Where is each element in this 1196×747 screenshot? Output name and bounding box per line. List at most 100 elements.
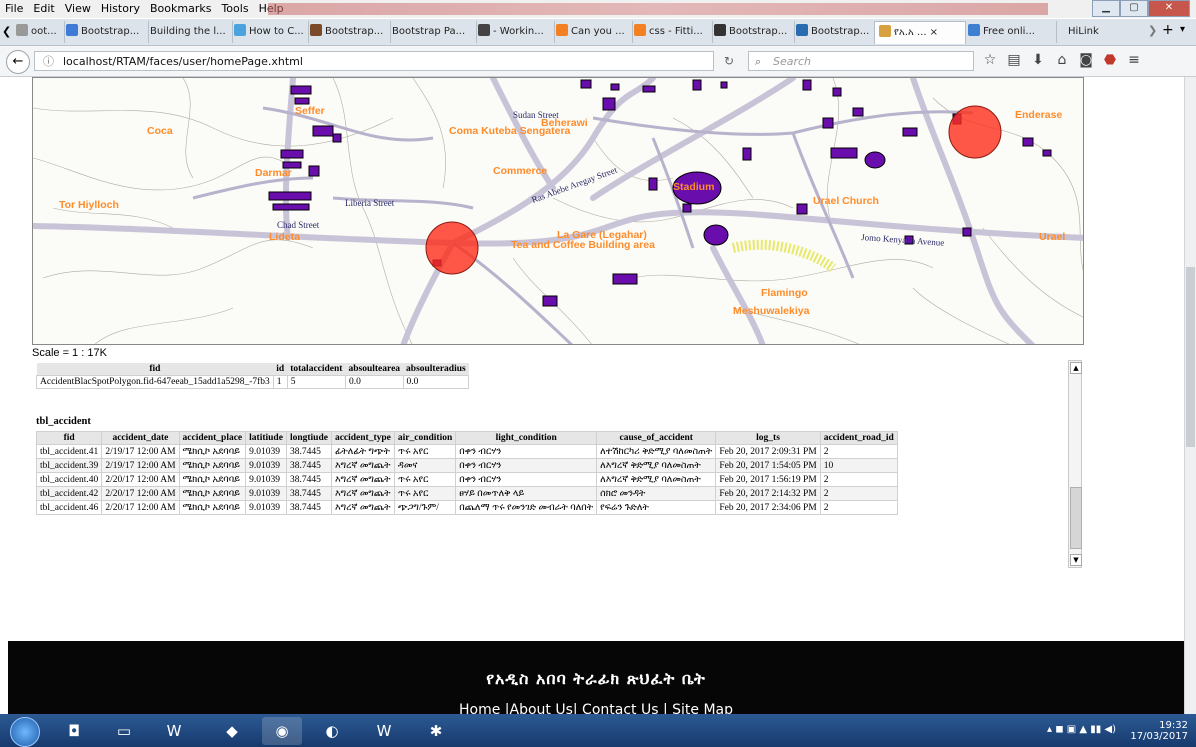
tab[interactable]: css - Fitti... [630,21,713,43]
maximize-icon[interactable]: ▢ [1120,0,1148,17]
eclipse-icon[interactable]: ◐ [312,717,352,745]
tab[interactable]: Bootstrap... [710,21,795,43]
blackspot-circle[interactable] [425,221,479,275]
table-row[interactable]: tbl_accident.41 2/19/17 12:00 AM ሜክሲኮ አደባባ… [35,444,898,459]
minimize-icon[interactable]: ▁ [1092,0,1120,17]
tab[interactable]: Bootstrap... [306,21,391,43]
map-label: Coca [147,125,173,137]
download-icon[interactable]: ⬇ [1030,52,1046,68]
tab[interactable]: Bootstrap Pa... [388,21,477,43]
bookmark-star-icon[interactable]: ☆ [982,52,998,68]
menu-bookmarks[interactable]: Bookmarks [145,0,216,15]
footer-links[interactable]: Home |About Us| Contact Us | Site Map [8,702,1184,714]
outlook-icon[interactable]: ◘ [54,717,94,745]
page-scrollbar[interactable] [1184,77,1196,714]
map-label: Flamingo [761,287,808,299]
table-row[interactable]: tbl_accident.39 2/19/17 12:00 AM ሜክሲኮ አደባባ… [35,458,898,473]
column-header: absoulteradius [403,363,469,376]
column-header: totalaccident [287,363,346,376]
adblock-icon[interactable]: ⬣ [1102,52,1118,68]
home-icon[interactable]: ⌂ [1054,52,1070,68]
table-scrollbar[interactable]: ▲ ▼ [1068,360,1082,568]
table-cell: ሜክሲኮ አደባባይ [178,486,247,501]
table-cell: ጥሩ አየር [393,472,457,487]
back-arrow-icon[interactable]: ← [6,50,30,74]
menu-file[interactable]: File [0,0,28,15]
title-strip [268,3,1048,15]
tab-bar: ❮ oot... Bootstrap... Building the l... … [0,19,1196,46]
tab-label: የአ.አ ... × [894,27,939,38]
window-controls: ▁ ▢ ✕ [1092,0,1190,17]
menu-tools[interactable]: Tools [216,0,253,15]
table-row[interactable]: tbl_accident.46 2/20/17 12:00 AM ሜክሲኮ አደባባ… [35,500,898,515]
start-button-icon[interactable] [10,717,40,747]
tab-list-icon[interactable]: ▾ [1180,24,1185,35]
word-doc-icon[interactable]: W [364,717,404,745]
table-cell: ሜክሲኮ አደባባይ [178,444,247,459]
table-cell: 9.01039 [245,500,287,515]
table-cell: 10 [819,458,898,473]
app-icon[interactable]: ◆ [212,717,252,745]
scroll-thumb[interactable] [1070,487,1082,549]
table-cell: በቀን ብርሃን [455,472,598,487]
tab[interactable]: Can you ... [552,21,633,43]
url-bar[interactable]: ⓘ localhost/RTAM/faces/user/homePage.xht… [34,51,714,71]
page-scroll-thumb[interactable] [1186,267,1195,447]
tab[interactable]: - Workin... [474,21,555,43]
search-input[interactable]: ⌕ Search [748,51,974,71]
map-label: Lideta [269,231,300,243]
toolbar-icons: ☆ ▤ ⬇ ⌂ ◙ ⬣ ≡ [982,52,1142,68]
table-row[interactable]: AccidentBlacSpotPolygon.fid-647eeab_15ad… [36,375,470,389]
system-clock[interactable]: 19:32 17/03/2017 [1130,720,1188,742]
tab[interactable]: Free onli... [964,21,1057,43]
scroll-down-icon[interactable]: ▼ [1070,554,1082,566]
favicon-icon [634,24,646,36]
new-tab-icon[interactable]: + [1162,22,1174,38]
blackspot-circle[interactable] [948,105,1002,159]
tab[interactable]: How to C... [230,21,309,43]
column-header: fid [36,363,274,376]
map-label: Meshuwalekiya [733,305,810,317]
hamburger-menu-icon[interactable]: ≡ [1126,52,1142,68]
search-icon: ⌕ [755,55,762,68]
menu-view[interactable]: View [60,0,96,15]
table-cell: tbl_accident.46 [35,500,103,515]
pocket-icon[interactable]: ◙ [1078,52,1094,68]
table-row[interactable]: tbl_accident.42 2/20/17 12:00 AM ሜክሲኮ አደባባ… [35,486,898,501]
info-icon[interactable]: ⓘ [43,52,54,72]
table-cell: Feb 20, 2017 2:14:32 PM [715,486,821,501]
table-cell: ጥሩ አየር [393,486,457,501]
file-explorer-icon[interactable]: ▭ [104,717,144,745]
menu-edit[interactable]: Edit [28,0,59,15]
firefox-icon[interactable]: ◉ [262,717,302,745]
map-canvas[interactable]: Liberia Street Chad Street Sudan Street … [33,78,1084,345]
scroll-up-icon[interactable]: ▲ [1070,362,1082,374]
column-header: accident_place [178,431,247,445]
tab[interactable]: oot... [12,21,65,43]
accident-table-container: fid accident_date accident_place latitiude l… [35,431,898,515]
table-row[interactable]: tbl_accident.40 2/20/17 12:00 AM ሜክሲኮ አደባባ… [35,472,898,487]
reload-icon[interactable]: ↻ [718,51,740,71]
tab[interactable]: Bootstrap... [62,21,149,43]
word-icon[interactable]: W [154,717,194,745]
table-cell: 0.0 [344,375,404,389]
tab[interactable]: Building the l... [146,21,233,43]
tab-scroll-left-icon[interactable]: ❮ [2,25,11,38]
system-tray-icons[interactable]: ▴ ◼ ▣ ▲ ▮▮ ◀) [1047,724,1116,735]
reading-list-icon[interactable]: ▤ [1006,52,1022,68]
favicon-icon [478,24,490,36]
table-cell: 38.7445 [285,500,332,515]
blackspot-polygon-table: fid id totalaccident absoultearea absoultera… [36,363,470,389]
tab[interactable]: HiLink [1054,21,1158,43]
close-icon[interactable]: ✕ [1148,0,1190,17]
column-header: fid [35,431,103,445]
map-view[interactable]: Liberia Street Chad Street Sudan Street … [32,77,1084,345]
server-icon[interactable]: ✱ [416,717,456,745]
tab-label: oot... [31,26,57,37]
table-cell: እግረኛ መግጨት [330,458,395,473]
table-cell: ዳመና [393,458,457,473]
tab[interactable]: Bootstrap... [792,21,877,43]
menu-history[interactable]: History [96,0,145,15]
tab-active[interactable]: የአ.አ ... × [874,21,966,44]
tab-scroll-right-icon[interactable]: ❯ [1148,24,1157,37]
